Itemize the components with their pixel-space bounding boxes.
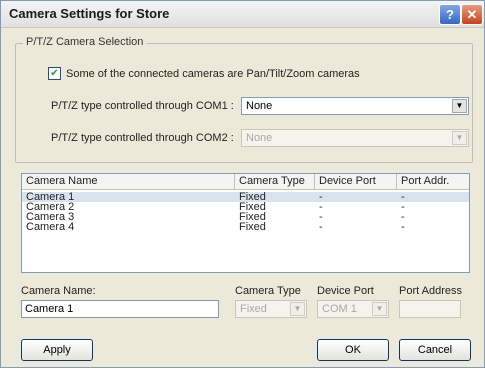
port-address-cell: - bbox=[401, 221, 405, 233]
chevron-down-icon[interactable]: ▼ bbox=[372, 302, 387, 316]
column-port-address[interactable]: Port Addr. bbox=[397, 174, 469, 189]
device-port-cell: - bbox=[319, 221, 323, 233]
com2-value: None bbox=[246, 132, 273, 144]
column-camera-type[interactable]: Camera Type bbox=[235, 174, 315, 189]
camera-type-value: Fixed bbox=[240, 303, 267, 315]
com1-value: None bbox=[246, 100, 273, 112]
com2-select[interactable]: None ▼ bbox=[241, 129, 469, 147]
column-device-port[interactable]: Device Port bbox=[315, 174, 397, 189]
port-address-label: Port Address bbox=[399, 285, 462, 297]
com1-select[interactable]: None ▼ bbox=[241, 97, 469, 115]
ptz-checkbox-label: Some of the connected cameras are Pan/Ti… bbox=[66, 68, 360, 80]
device-port-value: COM 1 bbox=[322, 303, 357, 315]
close-icon[interactable]: ✕ bbox=[461, 4, 483, 25]
apply-button[interactable]: Apply bbox=[21, 339, 93, 361]
title-bar: Camera Settings for Store ? ✕ bbox=[1, 1, 484, 28]
check-icon: ✔ bbox=[50, 68, 59, 79]
com2-label: P/T/Z type controlled through COM2 : bbox=[51, 132, 234, 144]
camera-type-cell: Fixed bbox=[239, 221, 266, 233]
camera-list-header: Camera Name Camera Type Device Port Port… bbox=[22, 174, 469, 190]
cancel-button[interactable]: Cancel bbox=[399, 339, 471, 361]
com1-label: P/T/Z type controlled through COM1 : bbox=[51, 100, 234, 112]
device-port-label: Device Port bbox=[317, 285, 374, 297]
ptz-group-label: P/T/Z Camera Selection bbox=[23, 36, 147, 48]
ptz-checkbox[interactable]: ✔ bbox=[48, 67, 61, 80]
camera-settings-dialog: Camera Settings for Store ? ✕ P/T/Z Came… bbox=[0, 0, 485, 368]
chevron-down-icon[interactable]: ▼ bbox=[452, 99, 467, 113]
ok-button[interactable]: OK bbox=[317, 339, 389, 361]
chevron-down-icon[interactable]: ▼ bbox=[452, 131, 467, 145]
camera-name-label: Camera Name: bbox=[21, 285, 96, 297]
camera-name-cell: Camera 4 bbox=[26, 221, 75, 233]
column-camera-name[interactable]: Camera Name bbox=[22, 174, 235, 189]
camera-name-input[interactable]: Camera 1 bbox=[21, 300, 219, 318]
table-row[interactable]: Camera 4 Fixed - - bbox=[22, 221, 469, 233]
chevron-down-icon[interactable]: ▼ bbox=[290, 302, 305, 316]
device-port-select[interactable]: COM 1 ▼ bbox=[317, 300, 389, 318]
port-address-input[interactable] bbox=[399, 300, 461, 318]
help-icon[interactable]: ? bbox=[439, 4, 461, 25]
camera-type-select[interactable]: Fixed ▼ bbox=[235, 300, 307, 318]
camera-type-label: Camera Type bbox=[235, 285, 301, 297]
window-title: Camera Settings for Store bbox=[9, 6, 170, 21]
camera-list[interactable]: Camera Name Camera Type Device Port Port… bbox=[21, 173, 470, 273]
